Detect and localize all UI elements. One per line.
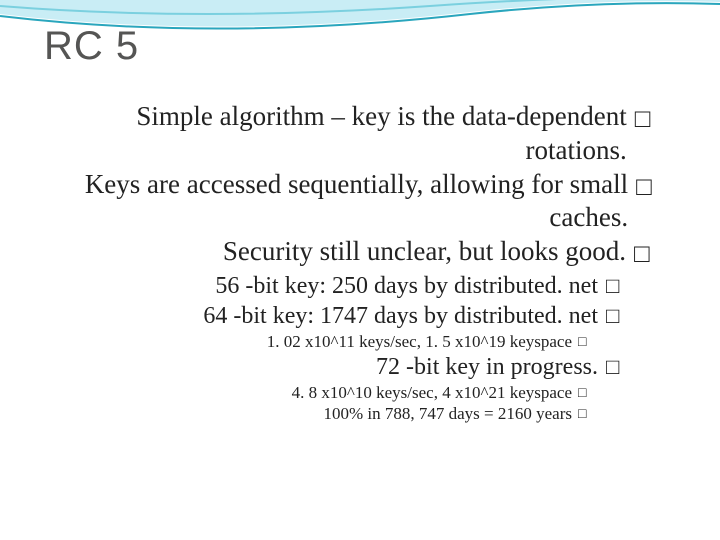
square-bullet-icon: □ — [578, 331, 664, 348]
point-text: Keys are accessed sequentially, allowing… — [44, 168, 628, 236]
body-subpoint: 56 -bit key: 250 days by distributed. ne… — [44, 271, 664, 301]
body-subsubpoint: 1. 02 x10^11 keys/sec, 1. 5 x10^19 keysp… — [44, 331, 664, 352]
body-point: Security still unclear, but looks good. … — [44, 235, 664, 269]
body-subpoint: 64 -bit key: 1747 days by distributed. n… — [44, 301, 664, 331]
square-bullet-icon: □ — [636, 168, 664, 199]
slide-title: RC 5 — [44, 24, 139, 69]
square-bullet-icon: □ — [606, 301, 664, 327]
point-text: 56 -bit key: 250 days by distributed. ne… — [215, 271, 598, 301]
point-text: 4. 8 x10^10 keys/sec, 4 x10^21 keyspace — [292, 382, 572, 403]
point-text: 100% in 788, 747 days = 2160 years — [323, 403, 572, 424]
body-subsubpoint: 100% in 788, 747 days = 2160 years □ — [44, 403, 664, 424]
body-subsubpoint: 4. 8 x10^10 keys/sec, 4 x10^21 keyspace … — [44, 382, 664, 403]
square-bullet-icon: □ — [606, 271, 664, 297]
square-bullet-icon: □ — [606, 352, 664, 378]
square-bullet-icon: □ — [578, 382, 664, 399]
slide-body: Simple algorithm – key is the data-depen… — [44, 100, 664, 425]
body-point: Simple algorithm – key is the data-depen… — [44, 100, 664, 168]
point-text: Security still unclear, but looks good. — [223, 235, 626, 269]
square-bullet-icon: □ — [578, 403, 664, 420]
point-text: Simple algorithm – key is the data-depen… — [44, 100, 627, 168]
point-text: 64 -bit key: 1747 days by distributed. n… — [203, 301, 598, 331]
point-text: 72 -bit key in progress. — [376, 352, 598, 382]
body-subpoint: 72 -bit key in progress. □ — [44, 352, 664, 382]
square-bullet-icon: □ — [634, 235, 664, 266]
point-text: 1. 02 x10^11 keys/sec, 1. 5 x10^19 keysp… — [267, 331, 572, 352]
body-point: Keys are accessed sequentially, allowing… — [44, 168, 664, 236]
square-bullet-icon: □ — [635, 100, 664, 131]
